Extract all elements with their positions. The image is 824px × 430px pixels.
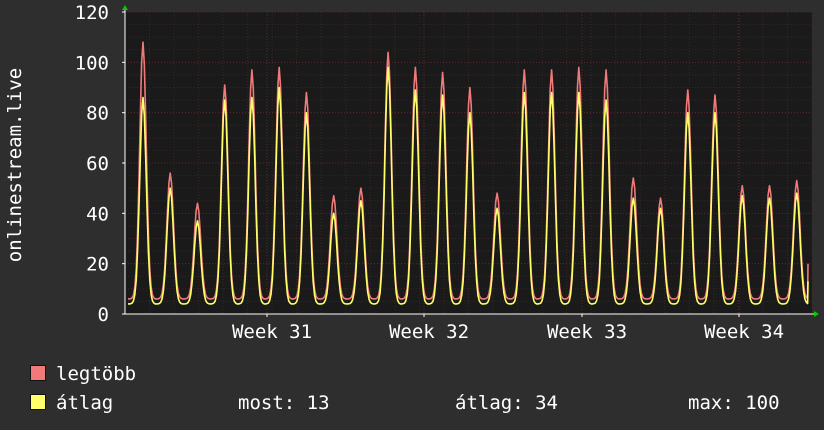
- y-tick-label: 40: [86, 203, 109, 225]
- legend-label-max: legtöbb: [56, 363, 137, 385]
- x-tick-label: Week 33: [547, 321, 627, 343]
- x-tick-label: Week 32: [389, 321, 469, 343]
- x-tick-labels: Week 31 Week 32 Week 33 Week 34: [232, 321, 784, 343]
- legend-swatch-avg: [30, 394, 46, 410]
- y-tick-label: 100: [75, 52, 109, 74]
- stat-now: most: 13: [238, 392, 330, 414]
- x-axis-arrow-icon: [814, 311, 819, 317]
- y-axis-label: onlinestream.live: [4, 68, 26, 262]
- y-axis-arrow-icon: [122, 5, 128, 10]
- legend-swatch-max: [30, 365, 46, 381]
- y-tick-label: 20: [86, 254, 109, 276]
- x-tick-label: Week 31: [232, 321, 312, 343]
- stat-max: max: 100: [688, 392, 780, 414]
- stat-avg: átlag: 34: [455, 392, 558, 414]
- legend-label-avg: átlag: [56, 392, 114, 414]
- y-tick-label: 120: [75, 2, 109, 24]
- legend-item-max: legtöbb: [30, 363, 136, 385]
- y-tick-label: 80: [86, 103, 109, 125]
- y-tick-label: 60: [86, 153, 109, 175]
- y-tick-labels: 0 20 40 60 80 100 120: [75, 2, 109, 326]
- y-tick-label: 0: [98, 304, 109, 326]
- x-tick-label: Week 34: [704, 321, 784, 343]
- legend-item-avg: átlag: [30, 392, 113, 414]
